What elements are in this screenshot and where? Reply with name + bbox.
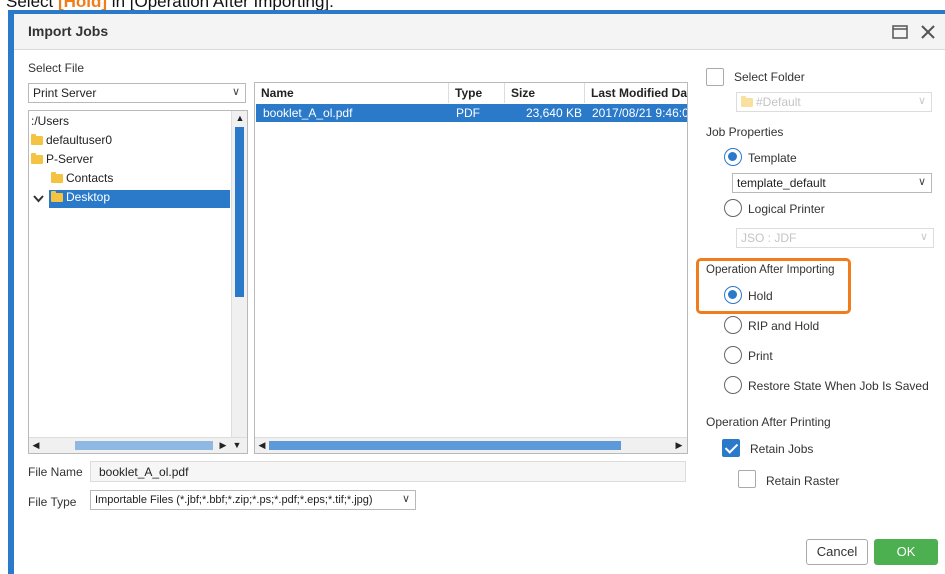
folder-icon bbox=[741, 96, 753, 107]
column-header-modified[interactable]: Last Modified Da bbox=[585, 83, 687, 103]
tree-item-users[interactable]: :/Users bbox=[29, 114, 69, 132]
template-select[interactable]: template_default ∨ bbox=[732, 173, 932, 193]
tree-item-label: Contacts bbox=[66, 171, 114, 185]
folder-tree: :/Users defaultuser0 P-Server Contacts D… bbox=[28, 110, 248, 454]
file-name-cell: booklet_A_ol.pdf bbox=[263, 106, 353, 120]
maximize-icon[interactable] bbox=[890, 22, 910, 42]
chevron-down-icon: ∨ bbox=[231, 86, 240, 98]
scroll-left-icon[interactable]: ◀ bbox=[256, 440, 268, 451]
select-file-label: Select File bbox=[28, 61, 85, 75]
rip-and-hold-radio[interactable] bbox=[724, 316, 742, 334]
tree-item-desktop[interactable]: Desktop bbox=[49, 190, 230, 208]
folder-select[interactable]: #Default ∨ bbox=[736, 92, 932, 112]
chevron-down-icon: ∨ bbox=[917, 176, 926, 188]
select-folder-label: Select Folder bbox=[734, 70, 805, 84]
scroll-right-icon[interactable]: ▶ bbox=[217, 440, 229, 451]
hold-radio[interactable] bbox=[724, 286, 742, 304]
template-radio[interactable] bbox=[724, 148, 742, 166]
logical-printer-select[interactable]: JSO : JDF ∨ bbox=[736, 228, 934, 248]
template-label: Template bbox=[748, 151, 797, 165]
title-bar: Import Jobs bbox=[14, 14, 945, 50]
retain-jobs-checkbox[interactable] bbox=[722, 439, 740, 457]
file-size-cell: 23,640 KB bbox=[525, 106, 582, 120]
tree-item-label: defaultuser0 bbox=[46, 133, 113, 147]
scroll-right-icon[interactable]: ▶ bbox=[673, 440, 685, 451]
dialog-title: Import Jobs bbox=[28, 23, 109, 39]
operation-after-importing-label: Operation After Importing bbox=[706, 264, 835, 276]
file-type-cell: PDF bbox=[456, 106, 480, 120]
tree-vertical-scrollbar[interactable]: ▲ bbox=[231, 111, 247, 437]
logical-printer-radio[interactable] bbox=[724, 199, 742, 217]
file-hscroll-thumb[interactable] bbox=[269, 441, 621, 450]
select-folder-checkbox[interactable] bbox=[706, 68, 724, 86]
print-radio[interactable] bbox=[724, 346, 742, 364]
tree-scroll-thumb[interactable] bbox=[235, 127, 244, 297]
scroll-left-icon[interactable]: ◀ bbox=[30, 440, 42, 451]
retain-jobs-label: Retain Jobs bbox=[750, 442, 814, 456]
chevron-down-icon[interactable] bbox=[31, 190, 44, 208]
close-icon[interactable] bbox=[918, 22, 938, 42]
print-label: Print bbox=[748, 349, 773, 363]
logical-printer-select-value: JSO : JDF bbox=[741, 231, 797, 245]
file-name-label: File Name bbox=[28, 465, 83, 479]
scroll-up-icon[interactable]: ▲ bbox=[234, 113, 246, 123]
import-jobs-dialog: Import Jobs Select File Print Server ∨ :… bbox=[14, 14, 945, 574]
folder-select-value: #Default bbox=[756, 95, 801, 109]
chevron-down-icon: ∨ bbox=[919, 231, 928, 243]
folder-icon bbox=[31, 134, 43, 145]
folder-icon bbox=[51, 191, 63, 202]
tree-item-contacts[interactable]: Contacts bbox=[49, 171, 113, 189]
operation-after-printing-label: Operation After Printing bbox=[706, 415, 831, 429]
column-header-name[interactable]: Name bbox=[255, 83, 449, 103]
retain-raster-label: Retain Raster bbox=[766, 474, 840, 488]
instruction-text: Select [Hold] in [Operation After Import… bbox=[6, 0, 334, 11]
cancel-button[interactable]: Cancel bbox=[806, 539, 868, 565]
logical-printer-label: Logical Printer bbox=[748, 202, 825, 216]
folder-icon bbox=[31, 153, 43, 164]
file-horizontal-scrollbar[interactable]: ◀ ▶ bbox=[255, 437, 687, 453]
job-properties-label: Job Properties bbox=[706, 125, 784, 139]
restore-state-label: Restore State When Job Is Saved bbox=[748, 379, 929, 393]
retain-raster-checkbox[interactable] bbox=[738, 470, 756, 488]
folder-icon bbox=[51, 172, 63, 183]
column-header-type[interactable]: Type bbox=[449, 83, 505, 103]
tree-item-defaultuser0[interactable]: defaultuser0 bbox=[29, 133, 112, 151]
chevron-down-icon: ∨ bbox=[917, 95, 926, 107]
template-select-value: template_default bbox=[737, 176, 826, 190]
file-type-value: Importable Files (*.jbf;*.bbf;*.zip;*.ps… bbox=[95, 494, 373, 506]
file-name-field[interactable]: booklet_A_ol.pdf bbox=[90, 461, 686, 482]
tree-hscroll-thumb[interactable] bbox=[75, 441, 213, 450]
file-modified-cell: 2017/08/21 9:46:0 bbox=[592, 106, 688, 120]
column-header-size[interactable]: Size bbox=[505, 83, 585, 103]
tree-horizontal-scrollbar[interactable]: ◀ ▶ ▼ bbox=[29, 437, 247, 453]
source-select-value: Print Server bbox=[33, 86, 97, 100]
file-list: Name Type Size Last Modified Da booklet_… bbox=[254, 82, 688, 454]
tree-item-label: Desktop bbox=[66, 190, 111, 204]
rip-and-hold-label: RIP and Hold bbox=[748, 319, 820, 333]
source-select[interactable]: Print Server ∨ bbox=[28, 83, 246, 103]
hold-label: Hold bbox=[748, 289, 773, 303]
scroll-down-icon[interactable]: ▼ bbox=[231, 440, 243, 450]
ok-button[interactable]: OK bbox=[874, 539, 938, 565]
file-type-select[interactable]: Importable Files (*.jbf;*.bbf;*.zip;*.ps… bbox=[90, 490, 416, 510]
chevron-down-icon: ∨ bbox=[401, 493, 410, 505]
tree-item-label: P-Server bbox=[46, 152, 94, 166]
restore-state-radio[interactable] bbox=[724, 376, 742, 394]
tree-item-p-server[interactable]: P-Server bbox=[29, 152, 93, 170]
file-type-label: File Type bbox=[28, 495, 77, 509]
tree-item-label: :/Users bbox=[31, 114, 70, 128]
table-row[interactable]: booklet_A_ol.pdf PDF 23,640 KB 2017/08/2… bbox=[256, 104, 688, 122]
